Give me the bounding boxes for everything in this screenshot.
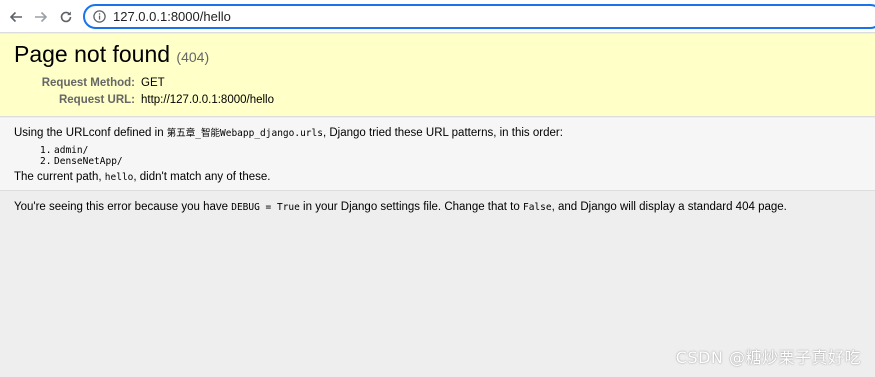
intro-text: Using the URLconf defined in bbox=[14, 127, 167, 139]
url-pattern-list: 1. admin/ 2. DenseNetApp/ bbox=[40, 145, 123, 167]
request-url-row: Request URL: http://127.0.0.1:8000/hello bbox=[14, 94, 274, 106]
address-url[interactable]: 127.0.0.1:8000/hello bbox=[113, 9, 231, 24]
pattern-number: 2. bbox=[40, 156, 52, 167]
watermark: CSDN @糖炒栗子真好吃 bbox=[675, 348, 861, 367]
page-title: Page not found (404) bbox=[14, 41, 209, 68]
explanation-part: , and Django will display a standard 404… bbox=[551, 201, 787, 213]
pattern-text: DenseNetApp/ bbox=[54, 156, 123, 167]
request-url-label: Request URL: bbox=[58, 94, 135, 106]
list-item: 1. admin/ bbox=[40, 145, 123, 156]
request-method-row: Request Method: GET bbox=[14, 77, 165, 89]
explanation-text: You're seeing this error because you hav… bbox=[14, 201, 787, 213]
pattern-number: 1. bbox=[40, 145, 52, 156]
pattern-text: admin/ bbox=[54, 145, 89, 156]
error-title: Page not found bbox=[14, 41, 171, 67]
intro-text-end: , Django tried these URL patterns, in th… bbox=[322, 127, 563, 139]
request-method-value: GET bbox=[141, 77, 165, 89]
url-patterns-info: Using the URLconf defined in 第五章_智能Webap… bbox=[0, 118, 875, 191]
urlconf-intro: Using the URLconf defined in 第五章_智能Webap… bbox=[14, 125, 563, 139]
current-path-text: The current path, bbox=[14, 171, 105, 183]
forward-arrow-icon[interactable] bbox=[31, 7, 51, 27]
browser-toolbar: 127.0.0.1:8000/hello bbox=[0, 0, 875, 33]
explanation-part: You're seeing this error because you hav… bbox=[14, 201, 232, 213]
explanation-part: in your Django settings file. Change tha… bbox=[299, 201, 523, 213]
back-arrow-icon[interactable] bbox=[6, 7, 26, 27]
urlconf-name: 第五章_智能Webapp_django.urls bbox=[166, 128, 323, 139]
status-code: (404) bbox=[176, 49, 210, 65]
current-path-message: The current path, hello, didn't match an… bbox=[14, 171, 270, 183]
current-path-text-end: , didn't match any of these. bbox=[133, 171, 271, 183]
debug-setting: DEBUG = True bbox=[231, 202, 300, 213]
request-url-value: http://127.0.0.1:8000/hello bbox=[141, 94, 274, 106]
info-icon[interactable] bbox=[93, 10, 106, 23]
address-bar[interactable]: 127.0.0.1:8000/hello bbox=[83, 4, 875, 29]
reload-icon[interactable] bbox=[56, 7, 76, 27]
false-value: False bbox=[522, 202, 552, 213]
list-item: 2. DenseNetApp/ bbox=[40, 156, 123, 167]
current-path-value: hello bbox=[104, 172, 134, 183]
error-summary: Page not found (404) Request Method: GET … bbox=[0, 34, 875, 117]
request-method-label: Request Method: bbox=[41, 77, 135, 89]
